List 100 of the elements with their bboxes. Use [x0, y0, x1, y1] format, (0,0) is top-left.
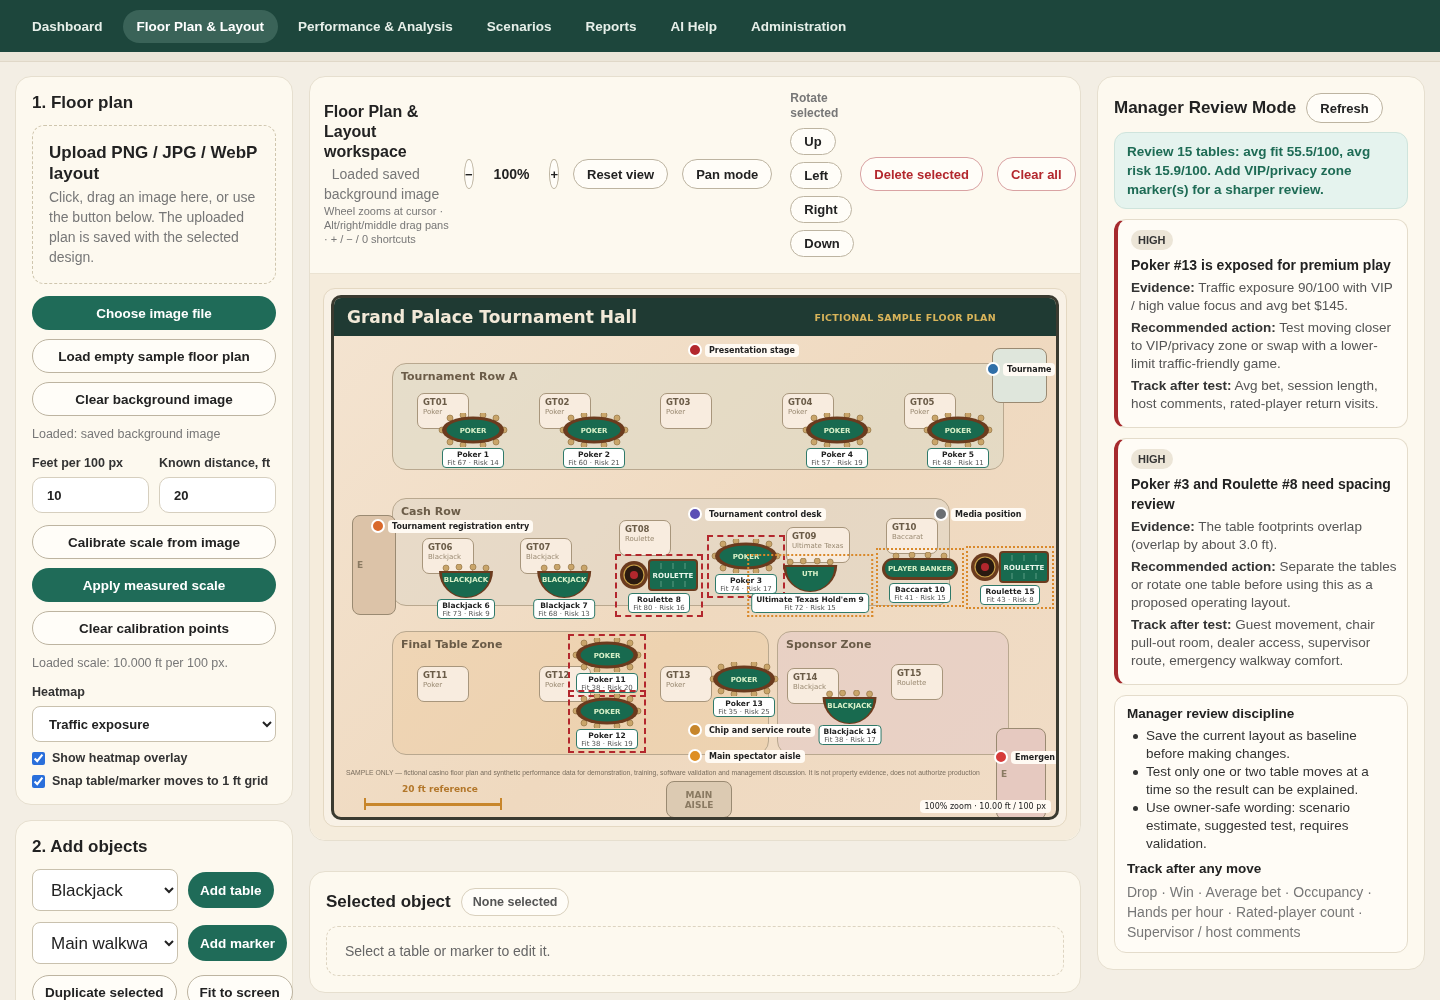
background-status: Loaded: saved background image — [32, 426, 222, 443]
finding-text: Recommended action: Test moving closer to VIP/privacy zone or swap with a lower-limit traffic-friendly game. — [1131, 319, 1393, 373]
rotate-button[interactable]: Left — [790, 162, 843, 189]
blackjack-table-drawing — [823, 690, 877, 724]
poker-table-drawing — [438, 413, 508, 447]
discipline-item: Use owner-safe wording: scenario estimate, suggested test, requires validation. — [1146, 799, 1352, 853]
checkbox[interactable] — [32, 774, 45, 788]
slot-code: GT01 — [423, 397, 449, 408]
action-button[interactable]: Clear calibration points — [32, 611, 276, 645]
marker-dot[interactable] — [934, 507, 948, 521]
action-button[interactable]: Apply measured scale — [32, 568, 276, 602]
danger-button[interactable]: Delete selected — [860, 157, 983, 191]
nav-tab[interactable]: Administration — [736, 9, 861, 43]
empty-selection-text: Select a table or marker to edit it. — [326, 926, 1064, 976]
action-button[interactable]: Load empty sample floor plan — [32, 339, 276, 373]
zone-label: Final Table Zone — [401, 638, 503, 651]
checkbox-label: Snap table/marker moves to 1 ft grid — [52, 774, 269, 788]
upload-title: Upload PNG / JPG / WebP layout — [49, 142, 259, 184]
zone-label: Sponsor Zone — [786, 638, 872, 651]
nav-tab[interactable]: Scenarios — [472, 9, 566, 43]
upload-dropzone[interactable]: Upload PNG / JPG / WebP layout Click, drag an image here, or use the button below. The uploaded plan is saved with the selected design. — [32, 125, 276, 284]
action-button[interactable]: Fit to screen — [186, 975, 293, 1000]
add-button[interactable]: Add table — [188, 872, 274, 908]
zoom-in-button[interactable]: + — [549, 159, 559, 189]
field-label: Known distance, ft — [159, 456, 272, 470]
finding-text: Track after test: Guest movement, chair pull-out room, dealer access, supervisor route, emergency walkway comfort. — [1131, 616, 1376, 670]
room-label: MAIN AISLE — [683, 789, 715, 810]
workspace-hint: Wheel zooms at cursor · Alt/right/middle drag pans · + / − / 0 shortcuts — [324, 204, 450, 246]
number-field[interactable]: 20 — [159, 477, 276, 513]
floor-plan-title: Grand Palace Tournament Hall — [347, 307, 638, 327]
zone-label: Cash Row — [401, 505, 461, 518]
zoom-out-button[interactable]: − — [464, 159, 474, 189]
marker-label: Presentation stage — [705, 343, 800, 357]
blackjack-table-drawing — [439, 564, 493, 598]
rotate-button[interactable]: Up — [790, 128, 836, 155]
slot-code: GT11 — [423, 670, 449, 681]
view-button[interactable]: Pan mode — [682, 159, 773, 189]
section-title: Selected object — [326, 892, 451, 912]
bullet-icon — [1133, 806, 1138, 811]
slot-code: GT07 — [526, 542, 552, 553]
slot-code: GT02 — [545, 397, 571, 408]
rotate-button[interactable]: Right — [790, 196, 852, 223]
marker-dot[interactable] — [688, 507, 702, 521]
marker-label: Media position — [951, 507, 1026, 521]
scale-label: 20 ft reference — [402, 784, 478, 794]
action-button[interactable]: Calibrate scale from image — [32, 525, 276, 559]
slot-code: GT12 — [545, 670, 571, 681]
field-label: Heatmap — [32, 685, 86, 699]
review-summary: Review 15 tables: avg fit 55.5/100, avg risk 15.9/100. Add VIP/privacy zone marker(s) for a sharper review. — [1114, 132, 1408, 209]
finding-title: Poker #13 is exposed for premium play — [1131, 256, 1392, 275]
slot-code: GT08 — [625, 524, 651, 535]
marker-dot[interactable] — [986, 362, 1000, 376]
poker-table-drawing — [709, 662, 779, 696]
marker-label: Tournament registration entry — [388, 519, 534, 533]
add-button[interactable]: Add marker — [188, 925, 288, 961]
blackjack-table-drawing — [537, 564, 591, 598]
nav-tab[interactable]: AI Help — [656, 9, 731, 43]
selection-badge: None selected — [460, 888, 570, 916]
nav-tab[interactable]: Performance & Analysis — [284, 9, 467, 43]
action-button[interactable]: Choose image file — [32, 296, 276, 330]
heatmap-select[interactable]: Traffic exposure — [32, 706, 276, 742]
workspace-status: Loaded saved background image — [324, 165, 441, 204]
severity-badge: HIGH — [1131, 230, 1173, 250]
marker-label: Main spectator aisle — [705, 749, 805, 763]
bullet-icon — [1133, 770, 1138, 775]
track-text: Drop · Win · Average bet · Occupancy · Hands per hour · Rated-player count · Supervisor / host comments — [1127, 883, 1373, 942]
rotate-button[interactable]: Down — [790, 230, 854, 257]
slot-code: GT10 — [892, 522, 918, 533]
scale-status: Loaded scale: 10.000 ft per 100 px. — [32, 655, 229, 672]
slot-code: GT05 — [910, 397, 936, 408]
finding-text: Recommended action: Separate the tables or rotate one table before using this as a proposed operating layout. — [1131, 558, 1398, 612]
nav-tab[interactable]: Reports — [571, 9, 651, 43]
refresh-button[interactable]: Refresh — [1306, 93, 1383, 123]
poker-table-drawing — [572, 694, 642, 728]
poker-table-drawing — [802, 413, 872, 447]
danger-button[interactable]: Clear all — [997, 157, 1076, 191]
zone-label: Tournament Row A — [401, 370, 518, 383]
field-label: Feet per 100 px — [32, 456, 124, 470]
finding-text: Evidence: Traffic exposure 90/100 with VIP / high value focus and avg bet $145. — [1131, 279, 1394, 315]
marker-dot[interactable] — [688, 343, 702, 357]
zoom-readout: 100% zoom · 10.00 ft / 100 px — [919, 800, 1051, 813]
slot-code: GT09 — [792, 531, 818, 542]
workspace-title: Floor Plan & Layout workspace — [324, 102, 420, 162]
marker-dot[interactable] — [688, 723, 702, 737]
marker-label: Tournament control desk — [705, 507, 826, 521]
poker-table-drawing — [572, 638, 642, 672]
marker-dot[interactable] — [688, 749, 702, 763]
marker-dot[interactable] — [994, 750, 1008, 764]
bullet-icon — [1133, 734, 1138, 739]
nav-tab[interactable]: Floor Plan & Layout — [122, 9, 279, 43]
rotate-label: Rotate selected — [790, 91, 840, 121]
action-button[interactable]: Clear background image — [32, 382, 276, 416]
checkbox[interactable] — [32, 751, 45, 765]
finding-title: Poker #3 and Roulette #8 need spacing review — [1131, 475, 1392, 514]
view-button[interactable]: Reset view — [573, 159, 669, 189]
nav-tab[interactable]: Dashboard — [18, 9, 117, 43]
object-select[interactable]: Blackjack — [32, 869, 178, 911]
finding-text: Evidence: The table footprints overlap (overlap by about 3.0 ft). — [1131, 518, 1363, 554]
number-field[interactable]: 10 — [32, 477, 149, 513]
action-button[interactable]: Duplicate selected — [32, 975, 177, 1000]
